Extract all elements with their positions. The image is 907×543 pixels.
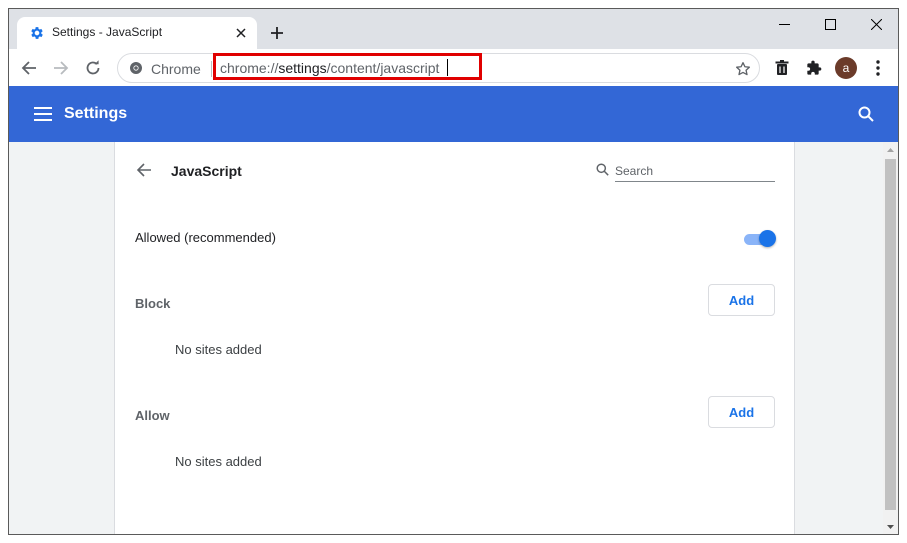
scroll-down-arrow-icon[interactable] xyxy=(883,519,898,534)
vertical-scrollbar[interactable] xyxy=(883,142,898,534)
allowed-toggle[interactable] xyxy=(742,229,776,249)
browser-toolbar: Chrome chrome://settings/content/javascr… xyxy=(9,49,898,86)
settings-content: JavaScript Allowed (recommended) Block A… xyxy=(9,142,898,534)
block-add-button[interactable]: Add xyxy=(708,284,775,316)
allow-section-label: Allow xyxy=(135,408,170,423)
profile-avatar[interactable]: a xyxy=(835,57,857,79)
allow-empty-text: No sites added xyxy=(175,454,262,469)
window-close-icon[interactable] xyxy=(853,11,898,37)
javascript-settings-card: JavaScript Allowed (recommended) Block A… xyxy=(114,142,795,534)
trash-extension-icon[interactable] xyxy=(768,54,796,82)
page-title: JavaScript xyxy=(171,163,242,179)
scrollbar-thumb[interactable] xyxy=(885,159,896,510)
tab-title: Settings - JavaScript xyxy=(52,25,163,39)
more-menu-icon[interactable] xyxy=(864,54,892,82)
bookmark-star-icon[interactable] xyxy=(733,59,753,79)
browser-window: Settings - JavaScript Chrome chrome://se… xyxy=(8,8,899,535)
forward-arrow-icon[interactable] xyxy=(47,54,75,82)
tab-settings-javascript[interactable]: Settings - JavaScript xyxy=(17,17,257,49)
back-arrow-icon[interactable] xyxy=(15,54,43,82)
allow-add-button[interactable]: Add xyxy=(708,396,775,428)
block-section-label: Block xyxy=(135,296,171,311)
tab-strip: Settings - JavaScript xyxy=(9,9,898,49)
settings-header: Settings xyxy=(9,86,898,142)
site-search-input[interactable] xyxy=(615,160,775,182)
maximize-icon[interactable] xyxy=(807,11,853,37)
search-icon xyxy=(596,163,610,177)
new-tab-plus-icon[interactable] xyxy=(265,21,289,45)
site-chip-label: Chrome xyxy=(151,61,201,77)
search-icon[interactable] xyxy=(854,102,878,126)
chrome-logo-icon xyxy=(129,61,143,75)
back-arrow-icon[interactable] xyxy=(133,159,155,181)
extensions-puzzle-icon[interactable] xyxy=(800,54,828,82)
scroll-up-arrow-icon[interactable] xyxy=(883,142,898,157)
minimize-icon[interactable] xyxy=(761,11,807,37)
omnibox-separator xyxy=(211,61,212,77)
close-tab-icon[interactable] xyxy=(231,23,251,43)
block-empty-text: No sites added xyxy=(175,342,262,357)
address-bar[interactable]: Chrome chrome://settings/content/javascr… xyxy=(117,53,760,83)
allowed-label: Allowed (recommended) xyxy=(135,230,276,245)
settings-gear-icon xyxy=(29,25,45,41)
reload-icon[interactable] xyxy=(79,54,107,82)
settings-title: Settings xyxy=(64,105,128,122)
url-highlight-box xyxy=(213,53,482,80)
hamburger-menu-icon[interactable] xyxy=(31,102,55,126)
toggle-knob xyxy=(759,230,776,247)
